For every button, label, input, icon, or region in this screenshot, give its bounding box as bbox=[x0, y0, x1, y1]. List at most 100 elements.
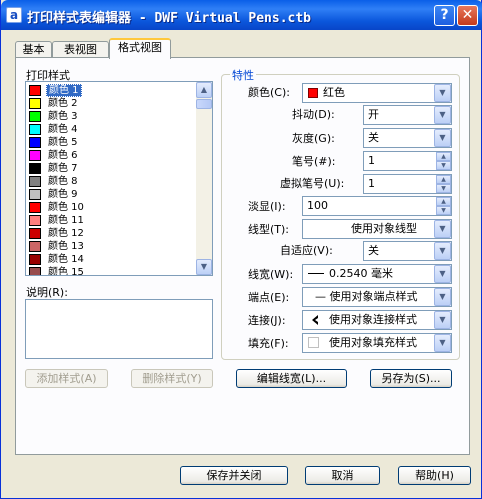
scroll-up-icon[interactable]: ▲ bbox=[196, 82, 212, 98]
list-scrollbar[interactable]: ▲ ▼ bbox=[196, 82, 212, 275]
lineweight-label: 线宽(W): bbox=[248, 268, 294, 281]
dither-value: 开 bbox=[368, 108, 379, 121]
chevron-down-icon[interactable]: ▼ bbox=[434, 220, 451, 238]
description-textarea[interactable] bbox=[25, 299, 213, 359]
color-swatch bbox=[29, 241, 41, 252]
format-view-panel: 打印样式 颜色 1 颜色 2 颜色 3 颜色 4 颜色 5 颜色 6 颜色 7 … bbox=[15, 57, 470, 455]
list-item[interactable]: 颜色 11 bbox=[28, 214, 198, 227]
fill-sample-icon bbox=[308, 337, 319, 348]
color-swatch bbox=[29, 98, 41, 109]
color-swatch bbox=[29, 163, 41, 174]
help-button[interactable]: 帮助(H) bbox=[398, 466, 471, 485]
virtual-pen-value: 1 bbox=[368, 177, 375, 190]
save-as-button[interactable]: 另存为(S)... bbox=[370, 369, 452, 388]
spin-up-icon[interactable]: ▲ bbox=[436, 152, 451, 161]
pen-number-stepper[interactable]: 1 ▲ ▼ bbox=[363, 151, 452, 171]
fill-select[interactable]: 使用对象填充样式 ▼ bbox=[302, 333, 452, 353]
pen-value: 1 bbox=[368, 154, 375, 167]
spin-down-icon[interactable]: ▼ bbox=[436, 206, 451, 215]
lineweight-sample-icon bbox=[308, 273, 324, 274]
chevron-down-icon[interactable]: ▼ bbox=[434, 106, 451, 124]
properties-group: 特性 颜色(C): 红色 ▼ 抖动(D): 开 ▼ 灰度(G): 关 ▼ 笔号(… bbox=[221, 67, 460, 360]
list-item[interactable]: 颜色 7 bbox=[28, 162, 198, 175]
adaptive-value: 关 bbox=[368, 244, 379, 257]
save-and-close-button[interactable]: 保存并关闭 bbox=[180, 466, 288, 485]
grayscale-select[interactable]: 关 ▼ bbox=[363, 128, 452, 148]
dither-label: 抖动(D): bbox=[292, 108, 335, 121]
color-swatch bbox=[29, 267, 41, 275]
color-value: 红色 bbox=[323, 86, 345, 99]
list-item-label: 颜色 6 bbox=[48, 150, 78, 161]
delete-style-button[interactable]: 删除样式(Y) bbox=[131, 369, 213, 388]
chevron-down-icon[interactable]: ▼ bbox=[434, 334, 451, 352]
color-swatch bbox=[29, 124, 41, 135]
tab-format-view[interactable]: 格式视图 bbox=[109, 38, 171, 59]
color-swatch bbox=[29, 137, 41, 148]
line-join-label: 连接(J): bbox=[248, 314, 286, 327]
list-item[interactable]: 颜色 5 bbox=[28, 136, 198, 149]
list-item[interactable]: 颜色 14 bbox=[28, 253, 198, 266]
list-item-label: 颜色 14 bbox=[48, 254, 84, 265]
list-item[interactable]: 颜色 6 bbox=[28, 149, 198, 162]
line-end-label: 端点(E): bbox=[248, 291, 290, 304]
chevron-down-icon[interactable]: ▼ bbox=[434, 311, 451, 329]
list-item-label: 颜色 12 bbox=[48, 228, 84, 239]
window-title: 打印样式表编辑器 - DWF Virtual Pens.ctb bbox=[27, 11, 312, 26]
list-item-label: 颜色 10 bbox=[48, 202, 84, 213]
virtual-pen-spin-buttons[interactable]: ▲ ▼ bbox=[436, 175, 451, 193]
list-item[interactable]: 颜色 1 bbox=[28, 84, 198, 97]
list-item-label: 颜色 3 bbox=[48, 111, 78, 122]
line-end-select[interactable]: — 使用对象端点样式 ▼ bbox=[302, 287, 452, 307]
adaptive-label: 自适应(V): bbox=[280, 244, 333, 257]
pen-label: 笔号(#): bbox=[292, 155, 336, 168]
chevron-down-icon[interactable]: ▼ bbox=[434, 129, 451, 147]
pen-spin-buttons[interactable]: ▲ ▼ bbox=[436, 152, 451, 170]
linetype-select[interactable]: 使用对象线型 ▼ bbox=[302, 219, 452, 239]
screening-label: 淡显(I): bbox=[248, 200, 286, 213]
adaptive-select[interactable]: 关 ▼ bbox=[363, 241, 452, 261]
list-item[interactable]: 颜色 9 bbox=[28, 188, 198, 201]
chevron-down-icon[interactable]: ▼ bbox=[434, 84, 451, 102]
title-bar[interactable]: a 打印样式表编辑器 - DWF Virtual Pens.ctb ? ✕ bbox=[1, 0, 482, 30]
list-item[interactable]: 颜色 10 bbox=[28, 201, 198, 214]
fill-value: 使用对象填充样式 bbox=[329, 336, 417, 349]
list-item[interactable]: 颜色 4 bbox=[28, 123, 198, 136]
cancel-button[interactable]: 取消 bbox=[305, 466, 380, 485]
chevron-down-icon[interactable]: ▼ bbox=[434, 242, 451, 260]
lineweight-select[interactable]: 0.2540 毫米 ▼ bbox=[302, 264, 452, 284]
list-item-label: 颜色 1 bbox=[46, 84, 82, 97]
list-item[interactable]: 颜色 3 bbox=[28, 110, 198, 123]
edit-lineweights-button[interactable]: 编辑线宽(L)... bbox=[236, 369, 347, 388]
lineweight-value: 0.2540 毫米 bbox=[329, 267, 393, 280]
chevron-down-icon[interactable]: ▼ bbox=[434, 288, 451, 306]
red-swatch-icon bbox=[308, 88, 318, 98]
line-join-value: 使用对象连接样式 bbox=[329, 313, 417, 326]
color-select[interactable]: 红色 ▼ bbox=[302, 83, 452, 103]
list-item[interactable]: 颜色 13 bbox=[28, 240, 198, 253]
chevron-down-icon[interactable]: ▼ bbox=[434, 265, 451, 283]
list-item[interactable]: 颜色 2 bbox=[28, 97, 198, 110]
line-join-select[interactable]: 使用对象连接样式 ▼ bbox=[302, 310, 452, 330]
list-item-label: 颜色 13 bbox=[48, 241, 84, 252]
color-swatch bbox=[29, 228, 41, 239]
spin-down-icon[interactable]: ▼ bbox=[436, 184, 451, 193]
spin-up-icon[interactable]: ▲ bbox=[436, 197, 451, 206]
scroll-thumb[interactable] bbox=[196, 99, 212, 109]
line-end-value: — 使用对象端点样式 bbox=[315, 290, 418, 303]
spin-up-icon[interactable]: ▲ bbox=[436, 175, 451, 184]
add-style-button[interactable]: 添加样式(A) bbox=[25, 369, 108, 388]
screening-spin-buttons[interactable]: ▲ ▼ bbox=[436, 197, 451, 215]
list-item[interactable]: 颜色 8 bbox=[28, 175, 198, 188]
list-item[interactable]: 颜色 12 bbox=[28, 227, 198, 240]
list-item-label: 颜色 8 bbox=[48, 176, 78, 187]
scroll-down-icon[interactable]: ▼ bbox=[196, 259, 212, 275]
dither-select[interactable]: 开 ▼ bbox=[363, 105, 452, 125]
print-styles-list[interactable]: 颜色 1 颜色 2 颜色 3 颜色 4 颜色 5 颜色 6 颜色 7 颜色 8 … bbox=[25, 81, 213, 276]
close-icon[interactable]: ✕ bbox=[457, 5, 478, 26]
screening-stepper[interactable]: 100 ▲ ▼ bbox=[302, 196, 452, 216]
spin-down-icon[interactable]: ▼ bbox=[436, 161, 451, 170]
list-item[interactable]: 颜色 15 bbox=[28, 266, 198, 275]
help-icon[interactable]: ? bbox=[434, 5, 455, 26]
virtual-pen-stepper[interactable]: 1 ▲ ▼ bbox=[363, 174, 452, 194]
color-swatch bbox=[29, 215, 41, 226]
